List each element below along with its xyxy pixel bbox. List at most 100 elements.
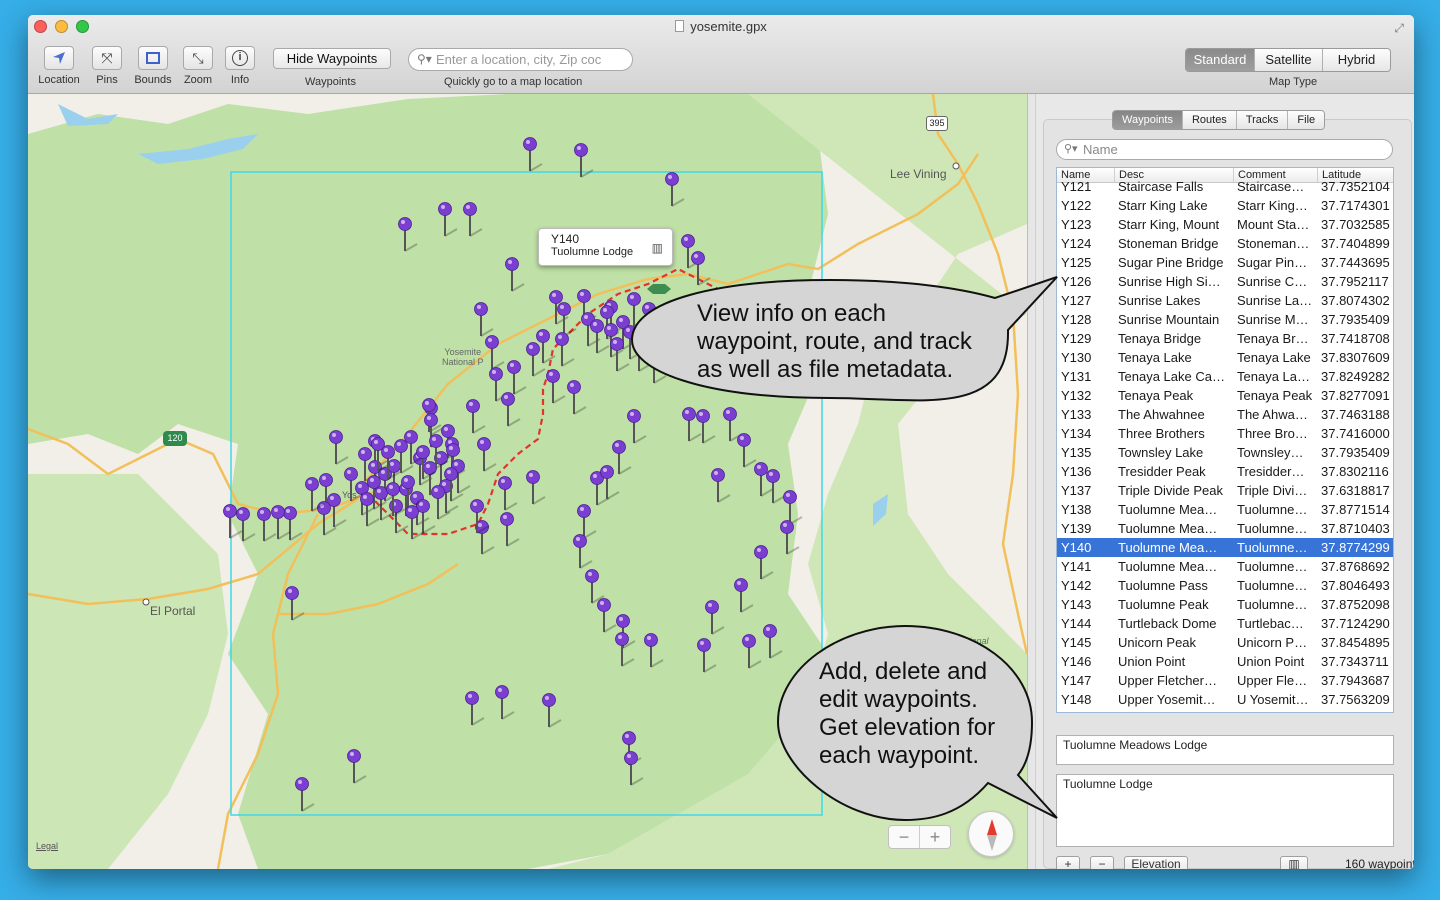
cell-name: Y128 [1061, 312, 1092, 327]
map-type-standard[interactable]: Standard [1186, 49, 1254, 71]
cell-desc: Starr King, Mount [1118, 217, 1220, 232]
lee-vining-dot [952, 162, 960, 170]
annotation-line: as well as file metadata. [697, 356, 954, 383]
waypoint-callout[interactable]: Y140 Tuolumne Lodge ▥ [538, 228, 673, 266]
map-icon: ▥ [1288, 857, 1300, 869]
tab-tracks[interactable]: Tracks [1235, 111, 1288, 129]
table-row[interactable]: Y145 Unicorn Peak Unicorn P… 37.8454895 [1057, 633, 1393, 652]
pins-tool[interactable]: ⤧ Pins [85, 46, 129, 86]
cell-desc: Tuolumne Mea… [1118, 540, 1218, 555]
table-row[interactable]: Y133 The Ahwahnee The Ahwa… 37.7463188 [1057, 405, 1393, 424]
add-waypoint-button[interactable]: + [1056, 856, 1080, 869]
zoom-arrows-icon[interactable]: ⤡ [183, 46, 213, 70]
bounds-tool[interactable]: Bounds [131, 46, 175, 86]
zoom-in-button[interactable]: + [920, 826, 950, 848]
cell-desc: Tuolumne Pass [1118, 578, 1208, 593]
table-row[interactable]: Y121 Staircase Falls Staircase… 37.7352104 [1057, 177, 1393, 196]
table-row[interactable]: Y129 Tenaya Bridge Tenaya Br… 37.7418708 [1057, 329, 1393, 348]
elevation-button[interactable]: Elevation [1124, 856, 1188, 869]
cell-name: Y122 [1061, 198, 1092, 213]
sidebar: Waypoints Routes Tracks File ⚲▾ Name Name… [1036, 94, 1414, 869]
cell-latitude: 37.8307609 [1321, 350, 1390, 365]
table-row[interactable]: Y137 Triple Divide Peak Triple Divi… 37.631… [1057, 481, 1393, 500]
zoom-tool[interactable]: ⤡ Zoom [176, 46, 220, 86]
map-type-satellite[interactable]: Satellite [1254, 49, 1322, 71]
table-row[interactable]: Y125 Sugar Pine Bridge Sugar Pin… 37.744369… [1057, 253, 1393, 272]
cell-latitude: 37.7935409 [1321, 445, 1390, 460]
info-icon[interactable]: i [225, 46, 255, 70]
zoom-out-button[interactable]: − [889, 826, 920, 848]
table-row[interactable]: Y127 Sunrise Lakes Sunrise La… 37.8074302 [1057, 291, 1393, 310]
location-arrow-icon[interactable] [44, 46, 74, 70]
cell-desc: Tenaya Peak [1118, 388, 1194, 403]
desc-field[interactable]: Tuolumne Meadows Lodge [1056, 735, 1394, 765]
compass-icon [987, 819, 997, 851]
table-row[interactable]: Y142 Tuolumne Pass Tuolumne… 37.8046493 [1057, 576, 1393, 595]
cell-latitude: 37.8046493 [1321, 578, 1390, 593]
cell-comment: Sunrise C… [1237, 274, 1308, 289]
table-row[interactable]: Y124 Stoneman Bridge Stoneman… 37.7404899 [1057, 234, 1393, 253]
cell-desc: Unicorn Peak [1118, 635, 1197, 650]
table-row[interactable]: Y128 Sunrise Mountain Sunrise M… 37.7935409 [1057, 310, 1393, 329]
map-view-button[interactable]: ▥ [1280, 856, 1308, 869]
name-search-placeholder: Name [1083, 142, 1118, 157]
cell-latitude: 37.7563209 [1321, 692, 1390, 707]
map-icon[interactable]: ▥ [652, 241, 663, 255]
table-row[interactable]: Y139 Tuolumne Mea… Tuolumne… 37.8710403 [1057, 519, 1393, 538]
table-row[interactable]: Y140 Tuolumne Mea… Tuolumne… 37.8774299 [1057, 538, 1393, 557]
table-row[interactable]: Y147 Upper Fletcher… Upper Fle… 37.7943687 [1057, 671, 1393, 690]
cell-desc: Staircase Falls [1118, 179, 1204, 194]
table-row[interactable]: Y148 Upper Yosemit… U Yosemit… 37.7563209 [1057, 690, 1393, 709]
cell-latitude: 37.8771514 [1321, 502, 1390, 517]
table-row[interactable]: Y143 Tuolumne Peak Tuolumne… 37.8752098 [1057, 595, 1393, 614]
table-row[interactable]: Y122 Starr King Lake Starr King… 37.7174301 [1057, 196, 1393, 215]
pins-tool-label: Pins [96, 74, 118, 86]
split-view-divider[interactable] [1027, 94, 1036, 869]
table-row[interactable]: Y144 Turtleback Dome Turtlebac… 37.7124290 [1057, 614, 1393, 633]
expand-arrows-icon[interactable]: ⤧ [92, 46, 122, 70]
remove-waypoint-button[interactable]: − [1090, 856, 1114, 869]
search-group-label: Quickly go to a map location [444, 76, 583, 88]
location-tool[interactable]: Location [37, 46, 81, 86]
cell-comment: Tenaya Br… [1237, 331, 1309, 346]
cell-desc: Tenaya Bridge [1118, 331, 1202, 346]
info-tool[interactable]: i Info [218, 46, 262, 86]
name-search-input[interactable]: ⚲▾ Name [1056, 139, 1393, 160]
cell-latitude: 37.7463188 [1321, 407, 1390, 422]
lake-shape [58, 104, 118, 126]
highway-395-shield: 395 [926, 116, 948, 131]
waypoints-table[interactable]: Name Desc Comment Latitude Y121 Staircase… [1056, 167, 1394, 713]
table-row[interactable]: Y136 Tresidder Peak Tresidder… 37.8302116 [1057, 462, 1393, 481]
table-row[interactable]: Y131 Tenaya Lake Ca… Tenaya La… 37.8249282 [1057, 367, 1393, 386]
cell-comment: Unicorn P… [1237, 635, 1308, 650]
cell-name: Y136 [1061, 464, 1092, 479]
cell-name: Y134 [1061, 426, 1092, 441]
table-row[interactable]: Y126 Sunrise High Si… Sunrise C… 37.7952117 [1057, 272, 1393, 291]
cell-comment: Triple Divi… [1237, 483, 1308, 498]
cell-comment: Tenaya Peak [1237, 388, 1313, 403]
fullscreen-icon[interactable]: ⤢ [1394, 21, 1404, 36]
location-search-input[interactable]: ⚲▾ Enter a location, city, Zip coc [408, 48, 633, 71]
square-bounds-icon[interactable] [138, 46, 168, 70]
tab-waypoints[interactable]: Waypoints [1113, 111, 1182, 129]
table-row[interactable]: Y134 Three Brothers Three Bro… 37.7416000 [1057, 424, 1393, 443]
tab-routes[interactable]: Routes [1181, 111, 1236, 129]
table-row[interactable]: Y146 Union Point Union Point 37.7343711 [1057, 652, 1393, 671]
cell-comment: Townsley… [1237, 445, 1304, 460]
comment-field[interactable]: Tuolumne Lodge [1056, 774, 1394, 847]
tab-file[interactable]: File [1287, 111, 1325, 129]
table-row[interactable]: Y138 Tuolumne Mea… Tuolumne… 37.8771514 [1057, 500, 1393, 519]
legal-link[interactable]: Legal [36, 841, 58, 851]
hide-waypoints-button[interactable]: Hide Waypoints [273, 48, 391, 69]
location-search-placeholder: Enter a location, city, Zip coc [436, 52, 602, 67]
table-row[interactable]: Y132 Tenaya Peak Tenaya Peak 37.8277091 [1057, 386, 1393, 405]
table-row[interactable]: Y141 Tuolumne Mea… Tuolumne… 37.8768692 [1057, 557, 1393, 576]
table-row[interactable]: Y135 Townsley Lake Townsley… 37.7935409 [1057, 443, 1393, 462]
table-row[interactable]: Y130 Tenaya Lake Tenaya Lake 37.8307609 [1057, 348, 1393, 367]
table-row[interactable]: Y123 Starr King, Mount Mount Sta… 37.703258… [1057, 215, 1393, 234]
map-type-hybrid[interactable]: Hybrid [1322, 49, 1390, 71]
cell-name: Y125 [1061, 255, 1092, 270]
cell-latitude: 37.7343711 [1321, 654, 1389, 669]
compass-button[interactable] [968, 811, 1014, 857]
map-type-group-label: Map Type [1269, 76, 1318, 88]
